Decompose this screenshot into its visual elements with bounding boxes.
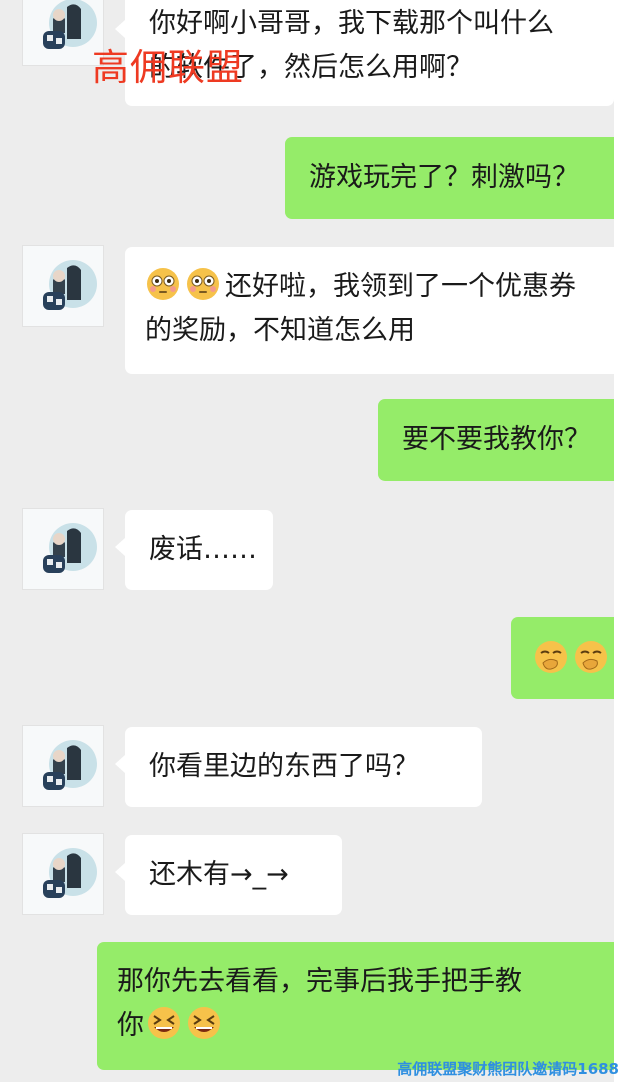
flushed-face-emoji	[187, 268, 219, 300]
message-text: 你好啊小哥哥，我下载那个叫什么	[149, 8, 554, 39]
message-text: 那你先去看看，完事后我手把手教	[117, 966, 522, 997]
hand-over-mouth-emoji	[535, 641, 567, 673]
contact-avatar[interactable]	[22, 508, 104, 590]
flushed-face-emoji	[147, 268, 179, 300]
contact-avatar[interactable]	[22, 245, 104, 327]
message-text: 你	[117, 1010, 144, 1041]
message-text: 还木有→_→	[149, 859, 289, 890]
message-line-1: 还好啦，我领到了一个优惠券	[145, 265, 614, 309]
message-text: 你看里边的东西了吗？	[149, 751, 419, 782]
contact-avatar[interactable]	[22, 833, 104, 915]
watermark-top: 高佣联盟	[92, 46, 244, 89]
message-text: 废话……	[149, 534, 257, 565]
message-bubble[interactable]	[511, 617, 614, 699]
screenshot-right-edge	[614, 0, 623, 1082]
grinning-squinting-face-emoji	[148, 1007, 180, 1039]
watermark-bottom: 高佣联盟聚财熊团队邀请码1688	[397, 1060, 619, 1078]
message-bubble[interactable]: 游戏玩完了？刺激吗？	[285, 137, 614, 219]
hand-over-mouth-emoji	[575, 641, 607, 673]
message-bubble[interactable]: 废话……	[115, 510, 273, 590]
message-text: 要不要我教你？	[402, 424, 591, 455]
message-bubble[interactable]: 还好啦，我领到了一个优惠券 的奖励，不知道怎么用	[125, 247, 614, 374]
message-bubble[interactable]: 要不要我教你？	[378, 399, 614, 481]
message-bubble[interactable]: 还木有→_→	[115, 835, 342, 915]
message-bubble[interactable]: 那你先去看看，完事后我手把手教 你	[97, 942, 614, 1070]
contact-avatar[interactable]	[22, 725, 104, 807]
message-line-2: 你	[117, 1004, 614, 1048]
message-text: 的奖励，不知道怎么用	[145, 315, 415, 346]
message-text: 还好啦，我领到了一个优惠券	[225, 271, 576, 302]
grinning-squinting-face-emoji	[188, 1007, 220, 1039]
message-text: 游戏玩完了？刺激吗？	[309, 162, 579, 193]
message-bubble[interactable]: 你看里边的东西了吗？	[115, 727, 482, 807]
